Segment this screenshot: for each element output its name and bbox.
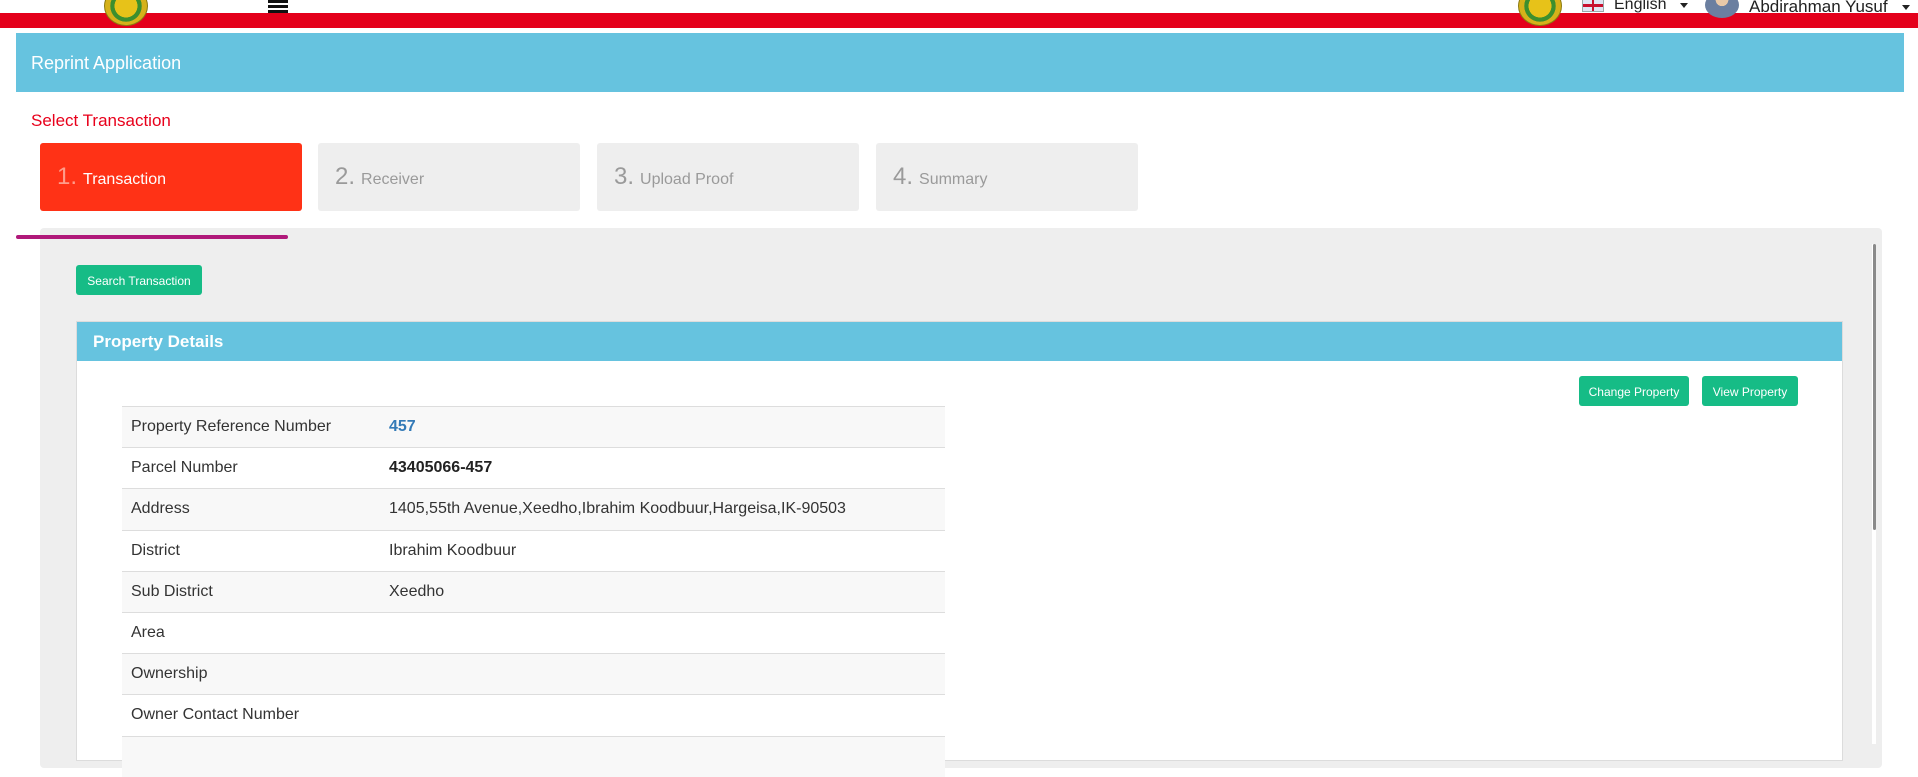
field-label: Address xyxy=(122,488,380,531)
field-label: Ownership xyxy=(122,653,380,695)
step-summary[interactable]: 4. Summary xyxy=(876,143,1138,211)
top-red-stripe xyxy=(0,13,1918,28)
field-value xyxy=(380,735,945,777)
step-label: Summary xyxy=(919,171,988,188)
step-transaction[interactable]: 1. Transaction xyxy=(40,143,302,211)
field-label: Parcel Number xyxy=(122,447,380,489)
step-number: 2. xyxy=(335,163,356,190)
language-selector[interactable]: English xyxy=(1582,0,1689,14)
step-label: Upload Proof xyxy=(640,171,734,188)
field-label: Sub District xyxy=(122,570,380,613)
field-label: Area xyxy=(122,611,380,654)
avatar xyxy=(1705,0,1739,18)
table-row: Sub District Xeedho xyxy=(122,570,945,613)
field-value xyxy=(380,694,945,736)
property-reference-link[interactable]: 457 xyxy=(380,405,945,448)
table-row xyxy=(122,735,945,777)
table-row: Address 1405,55th Avenue,Xeedho,Ibrahim … xyxy=(122,488,945,531)
step-progress-bar xyxy=(16,235,288,239)
table-row: Ownership xyxy=(122,653,945,695)
field-value: 43405066-457 xyxy=(380,447,945,489)
step-number: 3. xyxy=(614,163,635,190)
scrollbar-thumb[interactable] xyxy=(1873,244,1876,530)
search-transaction-button[interactable]: Search Transaction xyxy=(76,265,202,295)
language-label[interactable]: English xyxy=(1614,0,1666,14)
table-row: District Ibrahim Koodbuur xyxy=(122,529,945,572)
field-value: Xeedho xyxy=(380,570,945,613)
section-label: Select Transaction xyxy=(31,111,171,130)
property-details-title: Property Details xyxy=(77,322,1842,361)
step-receiver[interactable]: 2. Receiver xyxy=(318,143,580,211)
step-number: 4. xyxy=(893,163,914,190)
table-row: Owner Contact Number xyxy=(122,694,945,736)
table-row: Parcel Number 43405066-457 xyxy=(122,447,945,489)
table-row: Area xyxy=(122,611,945,654)
field-label: Owner Contact Number xyxy=(122,694,380,736)
step-label: Receiver xyxy=(361,171,425,188)
user-menu[interactable]: Abdirahman Yusuf xyxy=(1705,0,1910,18)
field-value xyxy=(380,653,945,695)
chevron-down-icon xyxy=(1680,2,1689,8)
field-value: 1405,55th Avenue,Xeedho,Ibrahim Koodbuur… xyxy=(380,488,945,531)
page-title: Reprint Application xyxy=(16,33,1904,92)
step-label: Transaction xyxy=(83,171,167,188)
field-label: Property Reference Number xyxy=(122,405,380,448)
menu-icon[interactable] xyxy=(268,0,288,13)
property-details-table: Property Reference Number 457 Parcel Num… xyxy=(122,405,945,777)
field-label: District xyxy=(122,529,380,572)
step-upload-proof[interactable]: 3. Upload Proof xyxy=(597,143,859,211)
change-property-button[interactable]: Change Property xyxy=(1579,376,1689,406)
field-value: Ibrahim Koodbuur xyxy=(380,529,945,572)
chevron-down-icon xyxy=(1901,4,1910,10)
field-value xyxy=(380,611,945,654)
table-row: Property Reference Number 457 xyxy=(122,405,945,448)
uk-flag-icon xyxy=(1582,0,1604,12)
user-name[interactable]: Abdirahman Yusuf xyxy=(1749,0,1888,17)
step-number: 1. xyxy=(57,163,78,190)
view-property-button[interactable]: View Property xyxy=(1702,376,1798,406)
field-label xyxy=(122,735,380,777)
